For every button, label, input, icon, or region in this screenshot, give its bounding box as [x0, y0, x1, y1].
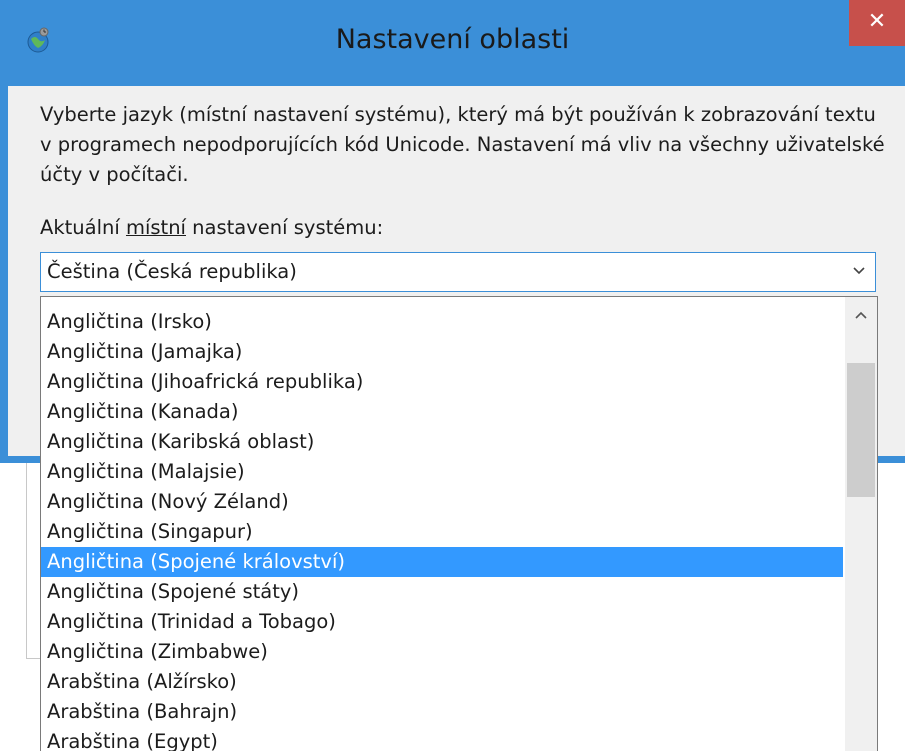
dropdown-item[interactable]: Arabština (Alžírsko)	[41, 667, 843, 697]
dropdown-item[interactable]: Angličtina (Irsko)	[41, 307, 843, 337]
dropdown-item[interactable]: Arabština (Bahrajn)	[41, 697, 843, 727]
dropdown-item[interactable]: Angličtina (Zimbabwe)	[41, 637, 843, 667]
background-panel	[26, 463, 41, 659]
locale-label-prefix: Aktuální	[40, 216, 126, 239]
close-button[interactable]: ✕	[849, 0, 905, 46]
dropdown-item[interactable]: Angličtina (Jamajka)	[41, 337, 843, 367]
dropdown-item[interactable]: Angličtina (Nový Zéland)	[41, 487, 843, 517]
combobox-value: Čeština (Česká republika)	[47, 260, 297, 283]
dropdown-item[interactable]: Angličtina (Spojené království)	[41, 547, 843, 577]
dropdown-item[interactable]: Arabština (Egypt)	[41, 727, 843, 751]
chevron-up-icon[interactable]	[853, 307, 869, 323]
dropdown-item[interactable]: Angličtina (Karibská oblast)	[41, 427, 843, 457]
dropdown-item[interactable]: Angličtina (Jihoafrická republika)	[41, 367, 843, 397]
dropdown-item[interactable]: Angličtina (Kanada)	[41, 397, 843, 427]
chevron-down-icon[interactable]	[851, 263, 867, 279]
description-text: Vyberte jazyk (místní nastavení systému)…	[40, 103, 885, 186]
dropdown-scrollbar[interactable]	[845, 297, 877, 751]
locale-label-suffix: nastavení systému:	[185, 216, 384, 239]
dropdown-item[interactable]: Angličtina (Spojené státy)	[41, 577, 843, 607]
title-bar[interactable]: Nastavení oblasti ✕	[0, 0, 905, 86]
locale-label: Aktuální místní nastavení systému:	[40, 216, 383, 239]
system-locale-combobox[interactable]: Čeština (Česká republika)	[40, 252, 876, 292]
locale-label-accesskey: místní	[125, 216, 186, 239]
locale-dropdown-list[interactable]: Angličtina (Irsko) Angličtina (Jamajka) An…	[40, 296, 878, 751]
dropdown-item[interactable]: Angličtina (Trinidad a Tobago)	[41, 607, 843, 637]
dropdown-item[interactable]: Angličtina (Malajsie)	[41, 457, 843, 487]
scrollbar-thumb[interactable]	[847, 363, 875, 497]
window-title: Nastavení oblasti	[335, 24, 570, 55]
close-icon: ✕	[867, 9, 887, 34]
dropdown-item[interactable]: Angličtina (Singapur)	[41, 517, 843, 547]
